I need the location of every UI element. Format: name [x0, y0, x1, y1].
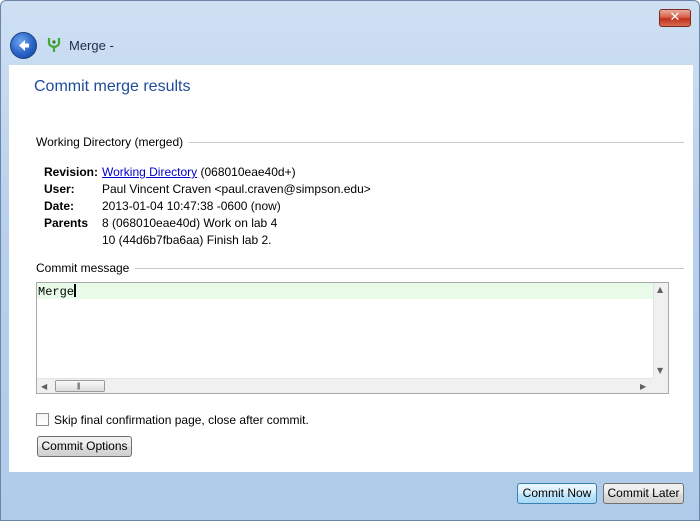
merge-app-icon: [47, 38, 61, 52]
merge-dialog-window: ✕ Merge - Commit merge results Working D…: [0, 0, 700, 521]
commit-message-label: Commit message: [36, 261, 136, 275]
revision-link[interactable]: Working Directory: [102, 165, 197, 179]
scroll-down-arrow-icon[interactable]: ▼: [657, 366, 663, 375]
revision-value: Working Directory (068010eae40d+): [102, 165, 296, 179]
commit-now-button[interactable]: Commit Now: [517, 483, 597, 504]
page-title: Commit merge results: [34, 78, 191, 95]
date-value: 2013-01-04 10:47:38 -0600 (now): [102, 199, 281, 213]
revision-key: Revision:: [44, 165, 99, 179]
scroll-left-arrow-icon[interactable]: ◀: [41, 382, 47, 391]
commit-options-button[interactable]: Commit Options: [37, 436, 132, 457]
close-icon: ✕: [669, 10, 681, 25]
commit-message-text[interactable]: Merge: [38, 284, 77, 299]
horizontal-scrollbar[interactable]: ◀ ||| ▶: [37, 378, 654, 393]
parents-key: Parents: [44, 216, 89, 230]
skip-confirmation-label[interactable]: Skip final confirmation page, close afte…: [54, 413, 309, 427]
date-key: Date:: [44, 199, 75, 213]
commit-message-editor[interactable]: Merge ▲ ▼ ◀ ||| ▶: [36, 282, 669, 394]
skip-confirmation-checkbox[interactable]: [36, 413, 49, 426]
close-button[interactable]: ✕: [659, 9, 691, 27]
commit-later-button[interactable]: Commit Later: [603, 483, 684, 504]
text-caret: [74, 284, 77, 297]
grip-icon: |||: [77, 383, 81, 390]
back-arrow-icon: [19, 40, 29, 51]
scroll-up-arrow-icon[interactable]: ▲: [657, 285, 663, 294]
user-value: Paul Vincent Craven <paul.craven@simpson…: [102, 182, 371, 196]
user-key: User:: [44, 182, 75, 196]
horizontal-scroll-thumb[interactable]: |||: [55, 380, 105, 392]
revision-hash: (068010eae40d+): [200, 165, 296, 179]
back-button[interactable]: [10, 32, 37, 59]
vertical-scrollbar[interactable]: ▲ ▼: [653, 283, 668, 378]
working-directory-label: Working Directory (merged): [36, 135, 190, 149]
current-line-highlight: [37, 283, 654, 299]
scrollbar-corner: [653, 378, 668, 393]
parent-1: 8 (068010eae40d) Work on lab 4: [102, 216, 278, 230]
dialog-content: Commit merge results Working Directory (…: [9, 65, 693, 472]
title-bar: ✕ Merge -: [1, 1, 699, 65]
window-title: Merge -: [69, 38, 114, 53]
scroll-right-arrow-icon[interactable]: ▶: [640, 382, 646, 391]
parent-2: 10 (44d6b7fba6aa) Finish lab 2.: [102, 233, 272, 247]
